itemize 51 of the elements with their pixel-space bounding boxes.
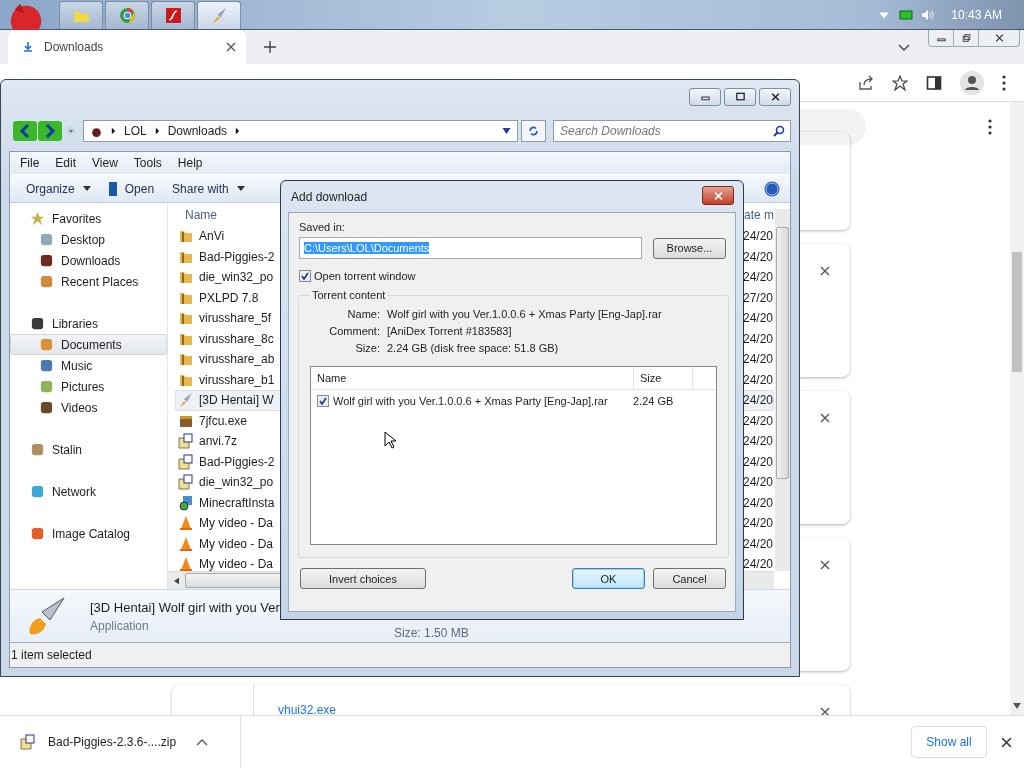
info-label: Size: xyxy=(354,342,380,354)
file-name: 7jfcu.exe xyxy=(199,413,248,428)
file-date: 24/20 xyxy=(742,495,773,510)
info-value: Wolf girl with you Ver.1.0.0.6 + Xmas Party [Eng-Jap].rar xyxy=(387,308,663,320)
file-date: 24/20 xyxy=(742,331,773,346)
file-name: Bad-Piggies-2 xyxy=(199,249,275,264)
info-label: Comment: xyxy=(328,325,380,337)
file-name: virusshare_b1 xyxy=(199,372,275,387)
table-cell: Wolf girl with you Ver.1.0.0.6 + Xmas Party [Eng-Jap].rar xyxy=(333,395,608,407)
file-date: 24/20 xyxy=(742,557,773,571)
file-name: [3D Hentai] W xyxy=(199,393,274,408)
file-date: 24/20 xyxy=(742,413,773,428)
file-date: 24/20 xyxy=(742,352,773,367)
file-date: 24/20 xyxy=(742,454,773,469)
file-date: 24/20 xyxy=(742,536,773,551)
file-name: PXLPD 7.8 xyxy=(199,290,259,305)
info-label: Name: xyxy=(346,308,380,320)
file-name: AnVi xyxy=(199,229,225,244)
file-date: 24/20 xyxy=(742,270,773,285)
file-name: die_win32_po xyxy=(199,270,274,285)
file-date: 24/20 xyxy=(742,516,773,531)
file-date: 24/20 xyxy=(742,249,773,264)
tab-title: Downloads xyxy=(44,40,104,54)
file-name: My video - Da xyxy=(199,516,274,531)
file-name: anvi.7z xyxy=(199,434,238,449)
file-name: My video - Da xyxy=(199,536,274,551)
file-date: 24/20 xyxy=(742,475,773,490)
file-name: MinecraftInsta xyxy=(199,495,275,510)
file-date: 24/20 xyxy=(742,393,773,408)
info-value: 2.24 GB (disk free space: 51.8 GB) xyxy=(387,342,560,354)
file-size: Size: 1.50 MB xyxy=(394,626,469,640)
file-date: 24/20 xyxy=(742,372,773,387)
info-value: [AniDex Torrent #183583] xyxy=(387,325,513,337)
file-date: 27/20 xyxy=(742,290,773,305)
table-cell-text: 2.24 GB xyxy=(632,395,675,407)
dialog-title: Add download xyxy=(291,189,368,204)
file-type: Application xyxy=(90,618,150,633)
file-name: My video - Da xyxy=(199,557,274,571)
field-label: Saved in: xyxy=(299,221,346,233)
file-title: [3D Hentai] Wolf girl with you Ver xyxy=(90,599,281,615)
file-date: 24/20 xyxy=(742,434,773,449)
group-title: Torrent content xyxy=(311,289,387,301)
status-text: 1 item selected xyxy=(11,648,92,662)
file-name: Bad-Piggies-2 xyxy=(199,454,275,469)
file-name: virusshare_8c xyxy=(199,331,274,346)
file-name: virusshare_5f xyxy=(199,311,272,326)
file-name: die_win32_po xyxy=(199,475,274,490)
file-name: virusshare_ab xyxy=(199,352,275,367)
file-date: 24/20 xyxy=(742,229,773,244)
file-name: Bad-Piggies-2.3.6-....zip xyxy=(48,735,177,749)
file-date: 24/20 xyxy=(742,311,773,326)
